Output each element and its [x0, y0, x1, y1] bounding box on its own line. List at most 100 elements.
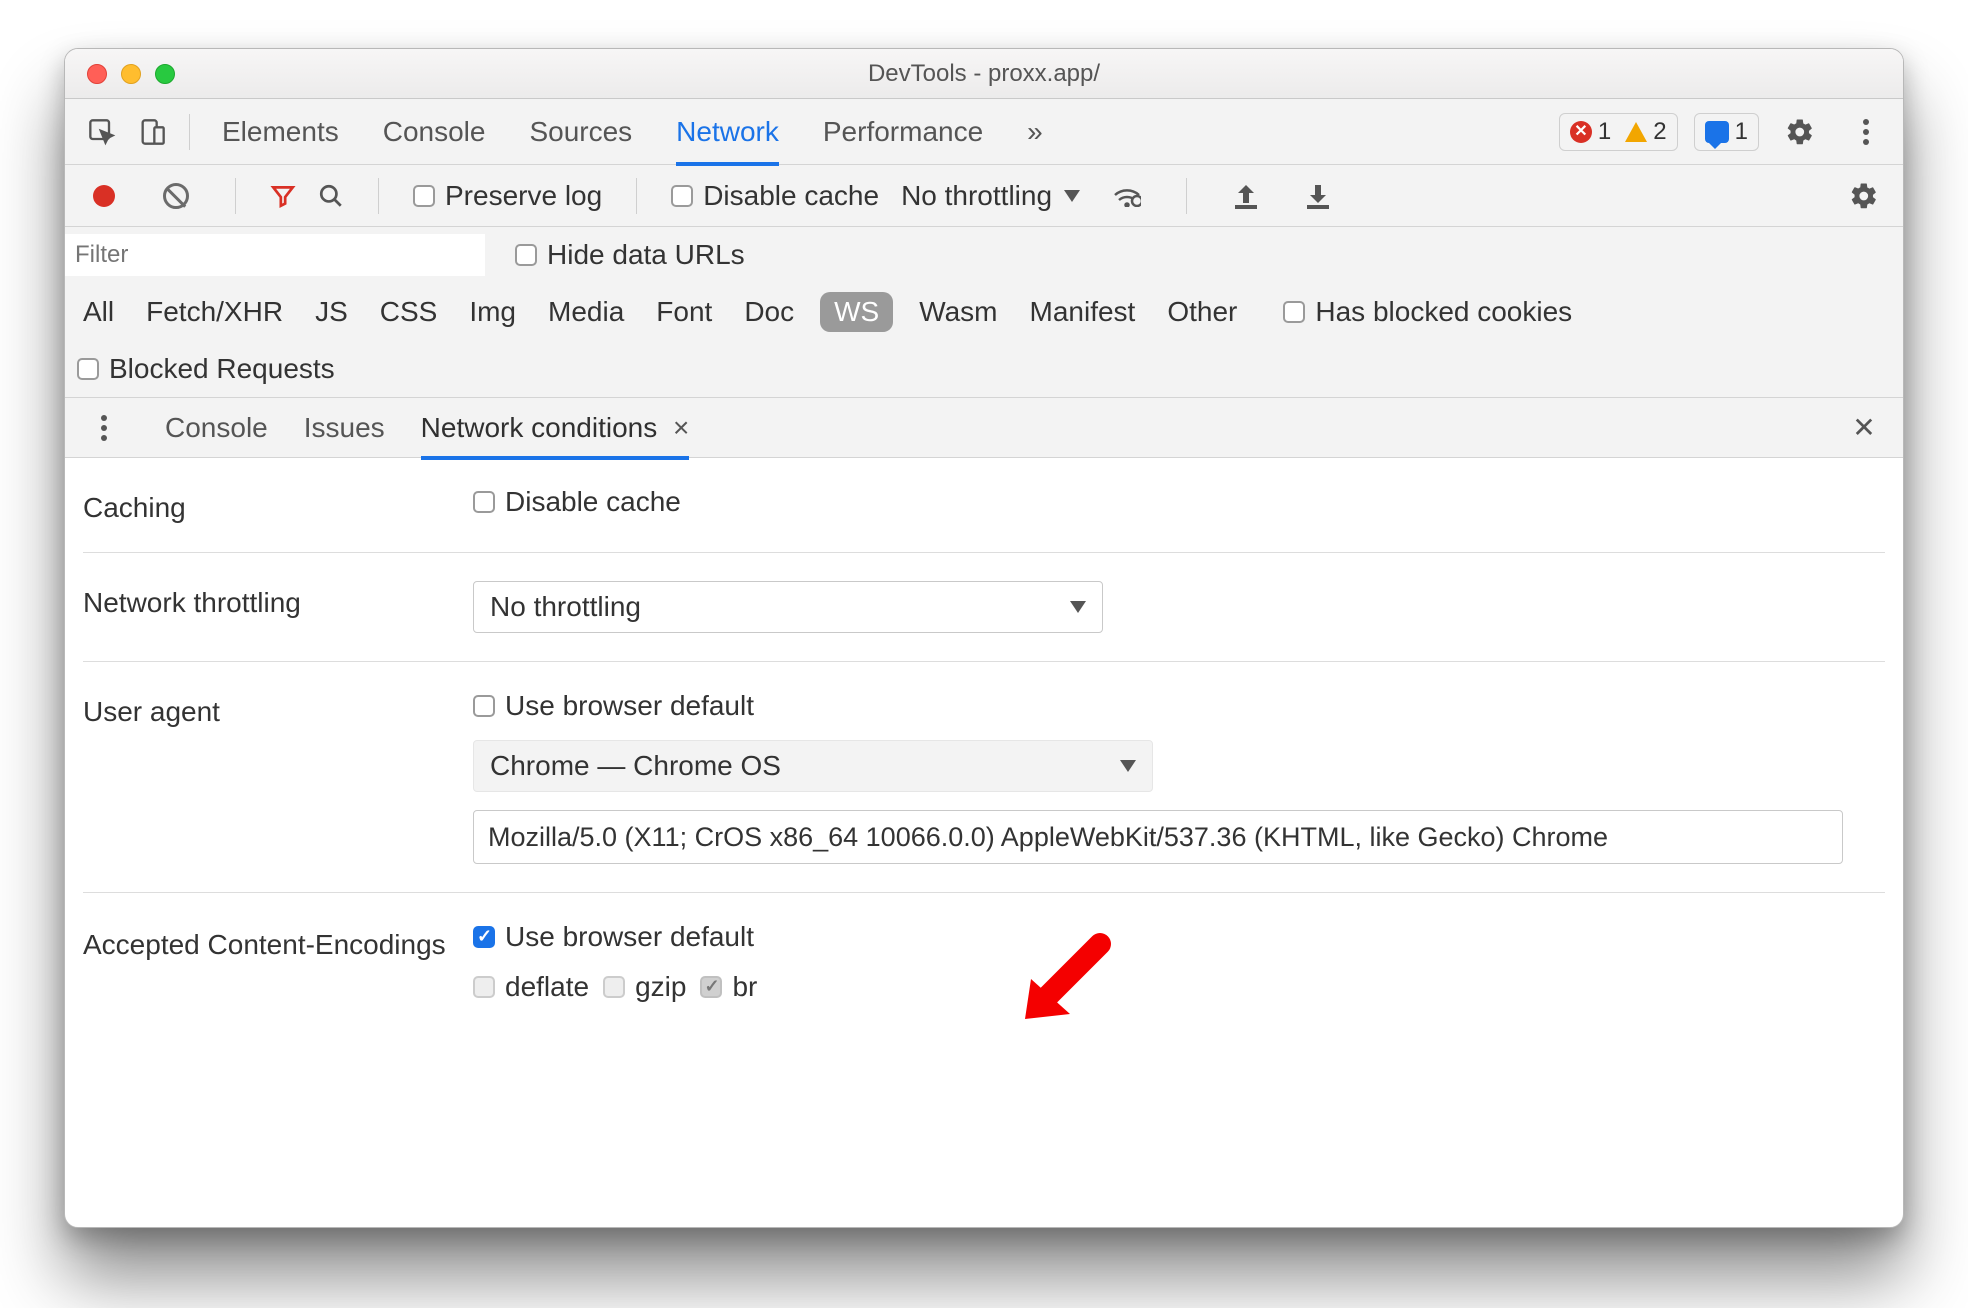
drawer-tab-netcond-label: Network conditions: [421, 412, 658, 443]
filter-doc[interactable]: Doc: [738, 292, 800, 332]
network-settings-icon[interactable]: [1102, 171, 1152, 221]
disable-cache-checkbox[interactable]: Disable cache: [671, 180, 879, 212]
kebab-menu-icon[interactable]: [1841, 107, 1891, 157]
ua-default-label: Use browser default: [505, 690, 754, 722]
chevron-down-icon: [1070, 601, 1086, 613]
caching-disable-checkbox[interactable]: Disable cache: [473, 486, 681, 518]
filter-manifest[interactable]: Manifest: [1024, 292, 1142, 332]
main-tabstrip: Elements Console Sources Network Perform…: [65, 99, 1903, 165]
chevron-down-icon: [1064, 190, 1080, 202]
inspect-element-icon[interactable]: [77, 107, 127, 157]
encoding-br-checkbox: br: [700, 971, 757, 1003]
titlebar: DevTools - proxx.app/: [65, 49, 1903, 99]
preserve-log-checkbox[interactable]: Preserve log: [413, 180, 602, 212]
drawer-tabstrip: Console Issues Network conditions × ✕: [65, 398, 1903, 458]
network-toolbar: Preserve log Disable cache No throttling: [65, 165, 1903, 227]
window-title: DevTools - proxx.app/: [65, 60, 1903, 88]
encodings-default-label: Use browser default: [505, 921, 754, 953]
filter-icon[interactable]: [270, 183, 296, 209]
separator: [1186, 178, 1187, 214]
user-agent-row: User agent Use browser default Chrome — …: [83, 662, 1885, 893]
encodings-row: Accepted Content-Encodings Use browser d…: [83, 893, 1885, 1013]
warning-count: 2: [1653, 118, 1666, 146]
throttling-row: Network throttling No throttling: [83, 553, 1885, 662]
encoding-deflate-label: deflate: [505, 971, 589, 1003]
filter-css[interactable]: CSS: [374, 292, 444, 332]
tab-performance[interactable]: Performance: [823, 98, 983, 166]
filter-other[interactable]: Other: [1161, 292, 1243, 332]
clear-button[interactable]: [151, 171, 201, 221]
errors-warnings-badge[interactable]: ✕ 1 2: [1559, 113, 1678, 151]
throttling-value: No throttling: [901, 180, 1052, 212]
ua-preset-dropdown[interactable]: Chrome — Chrome OS: [473, 740, 1153, 792]
message-count: 1: [1735, 118, 1748, 146]
ua-use-default-checkbox[interactable]: Use browser default: [473, 690, 754, 722]
blocked-cookies-label: Has blocked cookies: [1315, 296, 1572, 328]
hide-data-urls-checkbox[interactable]: Hide data URLs: [515, 239, 745, 271]
ua-string-input[interactable]: Mozilla/5.0 (X11; CrOS x86_64 10066.0.0)…: [473, 810, 1843, 864]
network-filter-bar: Hide data URLs All Fetch/XHR JS CSS Img …: [65, 227, 1903, 398]
encodings-label: Accepted Content-Encodings: [83, 921, 473, 962]
tab-console[interactable]: Console: [383, 98, 486, 166]
separator: [378, 178, 379, 214]
filter-input[interactable]: [65, 234, 485, 276]
throttling-select[interactable]: No throttling: [901, 180, 1080, 212]
clear-icon: [163, 183, 189, 209]
ua-string-value: Mozilla/5.0 (X11; CrOS x86_64 10066.0.0)…: [488, 822, 1608, 853]
filter-all[interactable]: All: [77, 292, 120, 332]
blocked-requests-label: Blocked Requests: [109, 353, 335, 385]
drawer-kebab-icon[interactable]: [79, 403, 129, 453]
separator: [636, 178, 637, 214]
filter-img[interactable]: Img: [463, 292, 522, 332]
filter-wasm[interactable]: Wasm: [913, 292, 1003, 332]
close-tab-icon[interactable]: ×: [673, 412, 689, 443]
blocked-requests-checkbox[interactable]: Blocked Requests: [77, 353, 335, 385]
tab-overflow[interactable]: »: [1027, 98, 1043, 166]
drawer-tab-console[interactable]: Console: [165, 396, 268, 460]
filter-media[interactable]: Media: [542, 292, 630, 332]
download-har-icon[interactable]: [1293, 171, 1343, 221]
encoding-gzip-checkbox: gzip: [603, 971, 686, 1003]
drawer-close-icon[interactable]: ✕: [1839, 403, 1889, 453]
settings-gear-icon[interactable]: [1775, 107, 1825, 157]
encodings-use-default-checkbox[interactable]: Use browser default: [473, 921, 754, 953]
filter-font[interactable]: Font: [650, 292, 718, 332]
hide-data-urls-label: Hide data URLs: [547, 239, 745, 271]
drawer-tab-issues[interactable]: Issues: [304, 396, 385, 460]
filter-fetch[interactable]: Fetch/XHR: [140, 292, 289, 332]
filter-js[interactable]: JS: [309, 292, 354, 332]
device-toolbar-icon[interactable]: [127, 107, 177, 157]
record-button[interactable]: [79, 171, 129, 221]
upload-har-icon[interactable]: [1221, 171, 1271, 221]
network-panel-settings-icon[interactable]: [1839, 171, 1889, 221]
chevron-down-icon: [1120, 760, 1136, 772]
tab-network[interactable]: Network: [676, 98, 779, 166]
error-count: 1: [1598, 118, 1611, 146]
error-icon: ✕: [1570, 121, 1592, 143]
blocked-cookies-checkbox[interactable]: Has blocked cookies: [1283, 296, 1572, 328]
message-icon: [1705, 121, 1729, 143]
caching-disable-label: Disable cache: [505, 486, 681, 518]
caching-row: Caching Disable cache: [83, 458, 1885, 553]
throttling-selected: No throttling: [490, 591, 641, 623]
encoding-deflate-checkbox: deflate: [473, 971, 589, 1003]
network-conditions-panel: Caching Disable cache Network throttling…: [65, 458, 1903, 1013]
tab-sources[interactable]: Sources: [529, 98, 632, 166]
warning-icon: [1625, 122, 1647, 142]
encoding-gzip-label: gzip: [635, 971, 686, 1003]
search-icon[interactable]: [318, 183, 344, 209]
encoding-br-label: br: [732, 971, 757, 1003]
devtools-window: DevTools - proxx.app/ Elements Console S…: [64, 48, 1904, 1228]
drawer-tab-network-conditions[interactable]: Network conditions ×: [421, 396, 690, 460]
user-agent-label: User agent: [83, 690, 473, 728]
separator: [189, 114, 190, 150]
filter-ws[interactable]: WS: [820, 292, 893, 332]
disable-cache-label: Disable cache: [703, 180, 879, 212]
preserve-log-label: Preserve log: [445, 180, 602, 212]
tab-elements[interactable]: Elements: [222, 98, 339, 166]
messages-badge[interactable]: 1: [1694, 113, 1759, 151]
separator: [235, 178, 236, 214]
throttling-dropdown[interactable]: No throttling: [473, 581, 1103, 633]
ua-preset-selected: Chrome — Chrome OS: [490, 750, 781, 782]
throttling-label: Network throttling: [83, 581, 473, 619]
